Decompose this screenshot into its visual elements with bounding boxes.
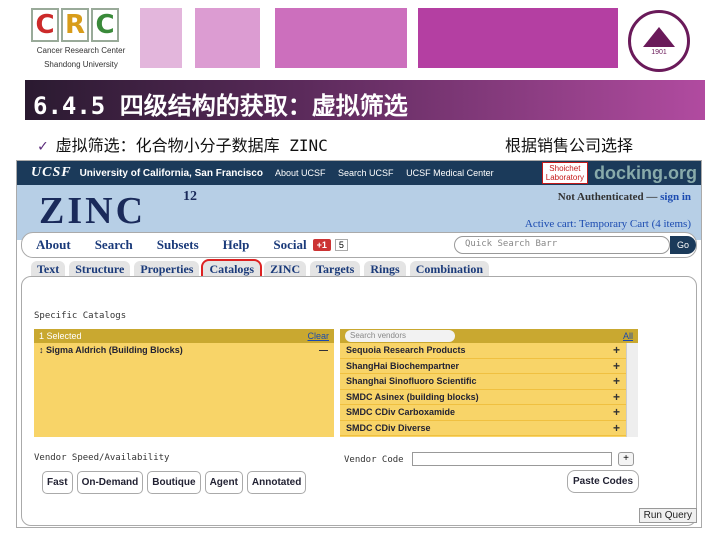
vendor-item[interactable]: Shanghai Sinofluoro Scientific + xyxy=(340,374,626,390)
vendor-code-add-button[interactable]: + xyxy=(618,452,634,466)
crc-letter-c: C xyxy=(31,8,59,42)
auth-text: Not Authenticated — xyxy=(557,191,658,203)
add-icon[interactable]: + xyxy=(613,405,620,419)
slide-title: 6.4.5 四级结构的获取：虚拟筛选 xyxy=(33,92,408,120)
docking-org-logo[interactable]: docking.org xyxy=(594,163,697,184)
specific-catalogs-label: Specific Catalogs xyxy=(34,311,127,321)
decor-square-3 xyxy=(275,8,407,68)
vendor-name: SMDC CDiv Diverse xyxy=(346,422,431,433)
selected-item[interactable]: ↕ Sigma Aldrich (Building Blocks) — xyxy=(34,343,334,357)
auth-status: Not Authenticated — sign in xyxy=(558,191,691,203)
nav-subsets[interactable]: Subsets xyxy=(157,237,199,253)
active-cart-link[interactable]: Active cart: Temporary Cart (4 items) xyxy=(525,218,691,230)
all-link[interactable]: All xyxy=(623,331,633,341)
ucsf-bar: UCSF University of California, San Franc… xyxy=(17,161,701,185)
selected-list: ↕ Sigma Aldrich (Building Blocks) — xyxy=(34,343,334,437)
add-icon[interactable]: + xyxy=(613,390,620,404)
vendor-name: ShangHai Biochempartner xyxy=(346,360,460,371)
vendor-code-input[interactable] xyxy=(412,452,612,466)
title-bar: 6.4.5 四级结构的获取：虚拟筛选 xyxy=(25,80,705,120)
vendor-name: Shanghai Sinofluoro Scientific xyxy=(346,376,477,386)
remove-icon[interactable]: — xyxy=(319,345,328,355)
vendor-item[interactable]: Sequoia Research Products + xyxy=(340,343,626,359)
decor-square-1 xyxy=(140,8,182,68)
ucsf-link-about[interactable]: About UCSF xyxy=(275,168,326,178)
google-plus-button[interactable]: +1 xyxy=(312,239,331,251)
main-nav: About Search Subsets Help Social +1 5 Qu… xyxy=(21,232,697,258)
shoichet-line1: Shoichet xyxy=(549,164,581,173)
speed-agent-button[interactable]: Agent xyxy=(204,471,243,494)
add-icon[interactable]: + xyxy=(613,359,620,373)
nav-about[interactable]: About xyxy=(36,237,71,253)
seal-year: 1901 xyxy=(651,48,667,56)
selected-header: 1 Selected Clear xyxy=(34,329,334,343)
bullet-right: 根据销售公司选择 xyxy=(505,136,634,155)
clear-link[interactable]: Clear xyxy=(307,331,329,341)
vendor-code-label: Vendor Code xyxy=(344,455,404,465)
sdu-seal-logo: 1901 xyxy=(628,10,690,72)
crc-subtitle-2: Shandong University xyxy=(44,60,118,69)
vendor-speed-label: Vendor Speed/Availability xyxy=(34,453,170,463)
gplus-count: 5 xyxy=(334,239,348,251)
bullet-left-text: 虚拟筛选：化合物小分子数据库 ZINC xyxy=(55,136,328,155)
zinc-screenshot: UCSF University of California, San Franc… xyxy=(16,160,702,528)
decor-square-4 xyxy=(418,8,618,68)
zinc-version: 12 xyxy=(183,189,197,204)
shoichet-lab-logo[interactable]: Shoichet Laboratory xyxy=(541,162,588,184)
ucsf-link-university[interactable]: University of California, San Francisco xyxy=(80,168,263,179)
go-button[interactable]: Go xyxy=(670,236,696,254)
vendors-list: Sequoia Research Products + ShangHai Bioc… xyxy=(340,343,626,437)
sign-in-link[interactable]: sign in xyxy=(660,191,691,203)
shoichet-line2: Laboratory xyxy=(545,173,584,182)
crc-letter-r: R xyxy=(61,8,89,42)
bullet-left: ✓ 虚拟筛选：化合物小分子数据库 ZINC xyxy=(38,132,328,156)
speed-on-demand-button[interactable]: On-Demand xyxy=(76,471,144,494)
mountain-icon xyxy=(643,26,675,47)
speed-buttons: Fast On-Demand Boutique Agent Annotated xyxy=(42,471,307,494)
vendor-item[interactable]: ShangHai Biochempartner + xyxy=(340,359,626,374)
decor-square-2 xyxy=(195,8,260,68)
run-query-button[interactable]: Run Query xyxy=(638,508,697,523)
check-icon: ✓ xyxy=(38,136,48,155)
nav-help[interactable]: Help xyxy=(223,237,250,253)
nav-social[interactable]: Social xyxy=(273,237,306,253)
zinc-logo[interactable]: ZINC xyxy=(39,189,146,233)
vendor-name: SMDC CDiv Carboxamide xyxy=(346,407,456,417)
ucsf-logo[interactable]: UCSF xyxy=(31,165,72,181)
quick-search-input[interactable]: Quick Search Barr xyxy=(454,236,670,254)
selected-item-name: Sigma Aldrich (Building Blocks) xyxy=(46,345,183,355)
crc-subtitle-1: Cancer Research Center xyxy=(36,46,126,55)
ucsf-link-medical[interactable]: UCSF Medical Center xyxy=(406,168,494,178)
selected-count: 1 Selected xyxy=(39,331,82,341)
vendors-scrollbar[interactable] xyxy=(626,343,638,437)
search-vendors-input[interactable]: Search vendors xyxy=(345,330,455,342)
crc-letter-c2: C xyxy=(91,8,119,42)
add-icon[interactable]: + xyxy=(613,421,620,435)
speed-fast-button[interactable]: Fast xyxy=(42,471,73,494)
nav-search[interactable]: Search xyxy=(95,237,133,253)
vendor-item[interactable]: SMDC CDiv Diverse + xyxy=(340,421,626,436)
add-icon[interactable]: + xyxy=(613,343,620,357)
add-icon[interactable]: + xyxy=(613,374,620,388)
speed-annotated-button[interactable]: Annotated xyxy=(246,471,307,494)
speed-boutique-button[interactable]: Boutique xyxy=(147,471,201,494)
paste-codes-button[interactable]: Paste Codes xyxy=(567,470,640,493)
ucsf-link-search[interactable]: Search UCSF xyxy=(338,168,394,178)
crc-logo: C R C Cancer Research Center Shandong Un… xyxy=(25,8,137,74)
catalogs-panel: Specific Catalogs 1 Selected Clear ↕ Sig… xyxy=(21,276,697,526)
vendor-item[interactable]: SMDC CDiv Carboxamide + xyxy=(340,405,626,421)
vendors-header: Search vendors All xyxy=(340,329,638,343)
vendor-name: SMDC Asinex (building blocks) xyxy=(346,391,479,402)
drag-handle-icon[interactable]: ↕ xyxy=(39,345,44,355)
vendor-name: Sequoia Research Products xyxy=(346,345,466,355)
vendor-item[interactable]: SMDC Asinex (building blocks) + xyxy=(340,390,626,405)
